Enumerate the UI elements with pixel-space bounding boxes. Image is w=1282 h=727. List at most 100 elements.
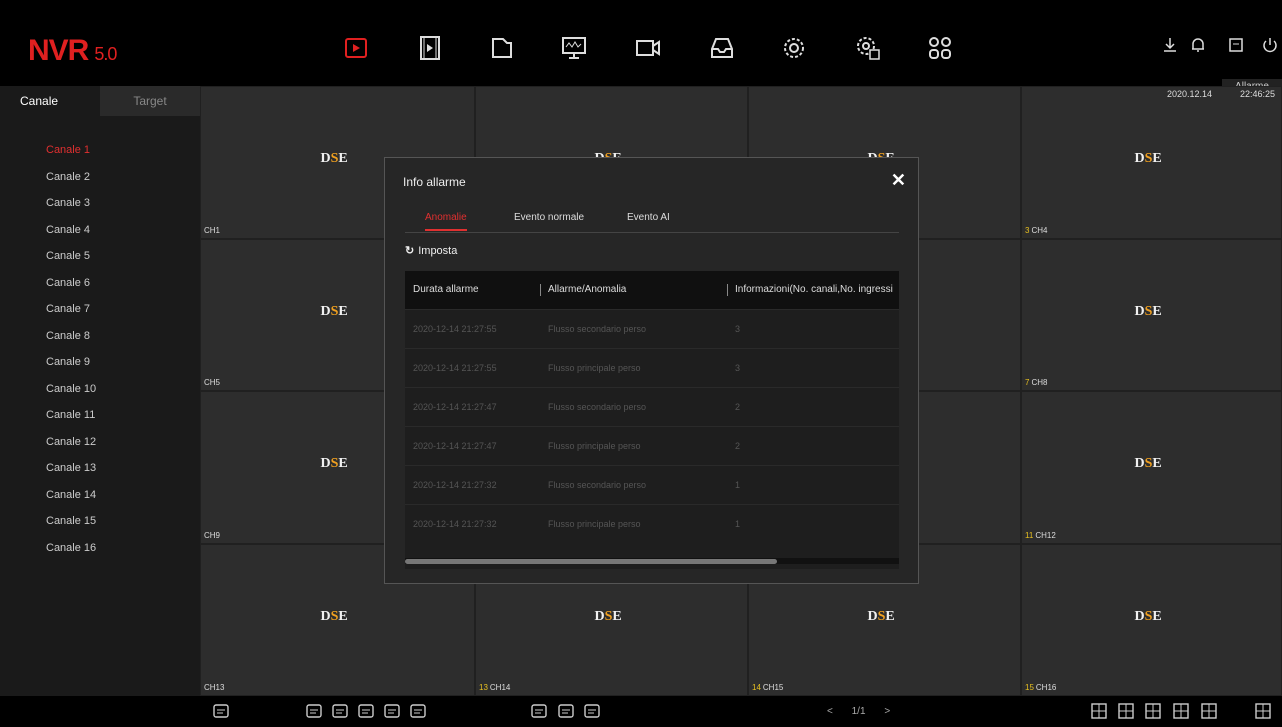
channel-item[interactable]: Canale 9 <box>46 356 96 383</box>
settings-icon[interactable] <box>776 30 812 66</box>
close-icon[interactable]: ✕ <box>891 170 906 191</box>
monitor-icon[interactable] <box>556 30 592 66</box>
network-icon[interactable] <box>383 702 403 722</box>
channel-item[interactable]: Canale 1 <box>46 144 96 171</box>
next-page-icon[interactable]: > <box>884 706 890 717</box>
brand-logo: DSE <box>320 151 348 166</box>
tab-target[interactable]: Target <box>100 86 200 116</box>
tab-evento-ai[interactable]: Evento AI <box>627 212 670 223</box>
brand-logo: DSE <box>320 608 348 624</box>
table-row[interactable]: 2020-12-14 21:27:32 Flusso principale per… <box>405 504 899 543</box>
tab-anomalie[interactable]: Anomalie <box>425 212 467 231</box>
brand-logo: DSE <box>320 456 348 471</box>
channel-label: 11 CH12 <box>1025 530 1056 540</box>
channel-item[interactable]: Canale 13 <box>46 462 96 489</box>
channel-item[interactable]: Canale 12 <box>46 436 96 463</box>
channel-item[interactable]: Canale 8 <box>46 330 96 357</box>
calendar-icon[interactable] <box>357 702 377 722</box>
imposta-button[interactable]: ↻ Imposta <box>405 244 457 257</box>
channel-item[interactable]: Canale 2 <box>46 171 96 198</box>
apps-icon[interactable] <box>922 30 958 66</box>
prev-page-icon[interactable]: < <box>827 706 833 717</box>
channel-list: Canale 1 Canale 2 Canale 3 Canale 4 Cana… <box>46 144 96 568</box>
brand-logo: DSE <box>1134 151 1162 166</box>
film-icon[interactable] <box>412 30 448 66</box>
channel-item[interactable]: Canale 3 <box>46 197 96 224</box>
table-row[interactable]: 2020-12-14 21:27:55 Flusso principale per… <box>405 348 899 387</box>
brand-logo: DSE <box>320 303 348 319</box>
image-search-icon[interactable] <box>331 702 351 722</box>
column-header: Informazioni(No. canali,No. ingressi <box>735 284 893 295</box>
layout-1-icon[interactable] <box>1090 702 1110 722</box>
channel-label: CH9 <box>204 530 221 540</box>
app-logo: NVR 5.0 <box>28 34 117 67</box>
table-row[interactable]: 2020-12-14 21:27:47 Flusso principale per… <box>405 426 899 465</box>
table-cell: 2020-12-14 21:27:32 <box>413 519 497 529</box>
group-icon[interactable] <box>583 702 603 722</box>
video-cell[interactable]: DSE 7 CH8 <box>1021 238 1282 391</box>
column-header: Allarme/Anomalia <box>548 284 627 295</box>
ptz-icon[interactable] <box>530 702 550 722</box>
tab-evento-normale[interactable]: Evento normale <box>514 212 584 223</box>
dialog-title: Info allarme <box>403 175 466 189</box>
channel-item[interactable]: Canale 11 <box>46 409 96 436</box>
channel-item[interactable]: Canale 15 <box>46 515 96 542</box>
download-icon[interactable] <box>1161 36 1183 58</box>
layout-6-icon[interactable] <box>1144 702 1164 722</box>
channel-item[interactable]: Canale 4 <box>46 224 96 251</box>
pagination: < 1/1 > <box>827 706 890 717</box>
camera-icon[interactable] <box>630 30 666 66</box>
channel-item[interactable]: Canale 5 <box>46 250 96 277</box>
list-icon[interactable] <box>409 702 429 722</box>
playback-icon[interactable] <box>338 30 374 66</box>
table-cell: 2020-12-14 21:27:55 <box>413 324 497 334</box>
save-icon[interactable] <box>1227 36 1249 58</box>
channel-item[interactable]: Canale 6 <box>46 277 96 304</box>
tab-canale[interactable]: Canale <box>0 86 100 116</box>
video-cell[interactable]: DSE 11 CH12 <box>1021 391 1282 544</box>
brand-logo: DSE <box>1134 608 1162 624</box>
table-cell: Flusso principale perso <box>548 519 641 529</box>
table-cell: Flusso principale perso <box>548 363 641 373</box>
date-display: 2020.12.14 <box>1167 89 1213 99</box>
table-row[interactable]: 2020-12-14 21:27:32 Flusso secondario per… <box>405 465 899 504</box>
table-cell: 2020-12-14 21:27:47 <box>413 402 497 412</box>
channel-item[interactable]: Canale 14 <box>46 489 96 516</box>
advanced-settings-icon[interactable] <box>850 30 886 66</box>
channel-item[interactable]: Canale 16 <box>46 542 96 569</box>
channel-label: 14 CH15 <box>752 683 784 692</box>
dialog-tabs: Anomalie Evento normale Evento AI <box>405 208 899 233</box>
layout-16-icon[interactable] <box>1200 702 1220 722</box>
table-cell: Flusso secondario perso <box>548 480 647 490</box>
osd-off-icon[interactable] <box>557 702 577 722</box>
alarm-table: Durata allarme Allarme/Anomalia Informaz… <box>405 271 899 569</box>
video-cell[interactable]: DSE 15 CH16 <box>1021 543 1282 696</box>
scroll-thumb[interactable] <box>405 559 777 564</box>
table-cell: 3 <box>735 324 741 334</box>
brand-logo: DSE <box>594 608 622 624</box>
layout-9-icon[interactable] <box>1172 702 1192 722</box>
page-indicator: 1/1 <box>851 706 866 717</box>
storage-icon[interactable] <box>704 30 740 66</box>
layout-4-icon[interactable] <box>1117 702 1137 722</box>
horizontal-scrollbar[interactable] <box>405 558 899 564</box>
channel-item[interactable]: Canale 7 <box>46 303 96 330</box>
alarm-icon[interactable] <box>212 702 232 722</box>
table-row[interactable]: 2020-12-14 21:27:47 Flusso secondario per… <box>405 387 899 426</box>
channel-label: CH5 <box>204 378 221 387</box>
channel-label: CH1 <box>204 225 221 235</box>
table-cell: 3 <box>735 363 741 373</box>
channel-item[interactable]: Canale 10 <box>46 383 96 410</box>
table-cell: Flusso secondario perso <box>548 324 647 334</box>
bell-icon[interactable] <box>1189 36 1211 58</box>
channel-label: 3 CH4 <box>1025 225 1048 235</box>
fullscreen-icon[interactable] <box>1254 702 1274 722</box>
time-display: 22:46:25 <box>1240 89 1276 99</box>
table-row[interactable]: 2020-12-14 21:27:55 Flusso secondario per… <box>405 309 899 348</box>
video-cell[interactable]: DSE 3 CH4 <box>1021 86 1282 239</box>
record-search-icon[interactable] <box>305 702 325 722</box>
table-cell: Flusso secondario perso <box>548 402 647 412</box>
folder-icon[interactable] <box>484 30 520 66</box>
power-icon[interactable] <box>1261 36 1282 58</box>
table-cell: 1 <box>735 519 741 529</box>
